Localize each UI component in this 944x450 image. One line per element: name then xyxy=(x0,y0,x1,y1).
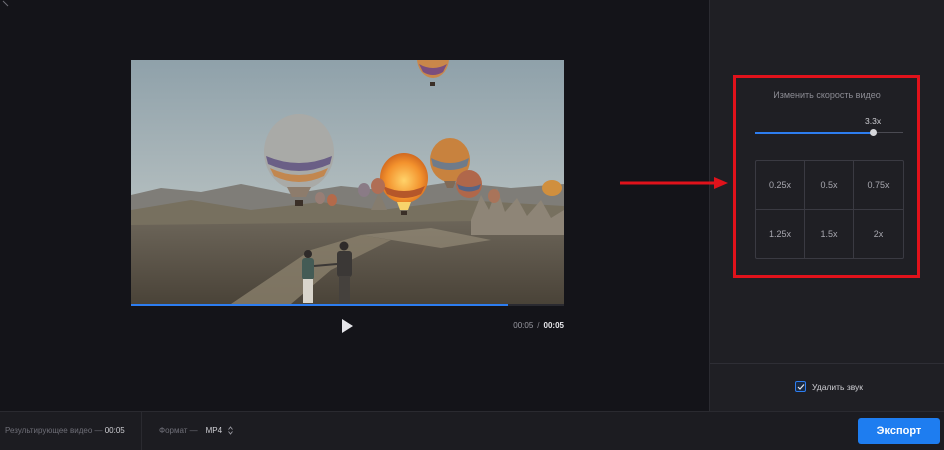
speed-title: Изменить скорость видео xyxy=(773,90,881,100)
result-info: Результирующее видео — 00:05 xyxy=(5,426,125,435)
speed-preset-0.75x[interactable]: 0.75x xyxy=(854,161,903,210)
speed-preset-0.5x[interactable]: 0.5x xyxy=(805,161,854,210)
format-value: MP4 xyxy=(205,426,223,435)
remove-audio-toggle[interactable]: Удалить звук xyxy=(795,381,863,392)
arrow-icon xyxy=(620,177,728,189)
time-separator: / xyxy=(537,321,540,330)
speed-preset-1.25x[interactable]: 1.25x xyxy=(756,209,805,258)
total-duration: 00:05 xyxy=(543,321,564,330)
slider-fill xyxy=(755,132,874,134)
remove-audio-label: Удалить звук xyxy=(812,381,864,392)
timeline-progress xyxy=(131,304,508,306)
slider-thumb[interactable] xyxy=(869,129,877,136)
speed-slider[interactable] xyxy=(755,129,903,137)
format-select[interactable]: MP4 xyxy=(206,426,233,435)
speed-preset-2x[interactable]: 2x xyxy=(854,210,903,259)
video-frame-image xyxy=(131,60,564,304)
result-duration: 00:05 xyxy=(104,426,125,435)
speed-preset-1.5x[interactable]: 1.5x xyxy=(805,209,854,258)
back-icon[interactable] xyxy=(2,0,10,8)
updown-chevron-icon xyxy=(228,426,233,435)
current-time: 00:05 xyxy=(513,321,534,330)
speed-value-label: 3.3x xyxy=(865,116,882,126)
play-icon[interactable] xyxy=(340,318,354,334)
timecode: 00:05/00:05 xyxy=(513,321,564,330)
bottom-divider xyxy=(141,412,142,450)
checkmark-icon xyxy=(797,383,804,390)
video-timeline[interactable] xyxy=(131,304,564,306)
speed-preset-0.25x[interactable]: 0.25x xyxy=(756,161,805,210)
video-preview[interactable] xyxy=(131,60,564,304)
format-label: Формат — xyxy=(159,426,198,435)
result-label: Результирующее видео — xyxy=(5,426,103,435)
format-info: Формат — MP4 xyxy=(159,426,233,435)
remove-audio-checkbox[interactable] xyxy=(795,381,806,392)
export-button[interactable]: Экспорт xyxy=(858,418,940,444)
panel-divider xyxy=(710,363,944,364)
speed-presets: 0.25x 0.5x 0.75x 1.25x 1.5x 2x xyxy=(755,160,904,259)
